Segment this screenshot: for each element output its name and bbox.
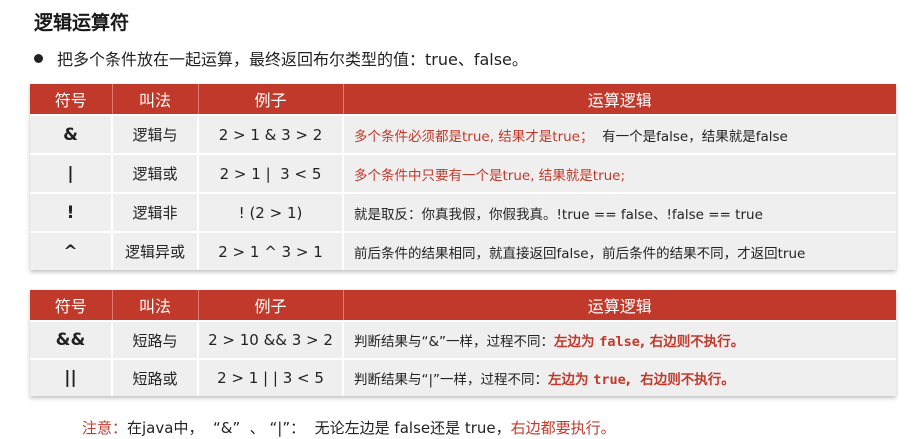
table-row: ! 逻辑非 ! (2 > 1) 就是取反：你真我假，你假我真。!true == …	[30, 192, 896, 232]
header-logic: 运算逻辑	[342, 290, 896, 321]
cell-name: 短路或	[111, 358, 198, 396]
cell-example: 2 > 1 | | 3 < 5	[197, 358, 343, 396]
cell-name: 逻辑非	[111, 192, 198, 232]
table-header-row: 符号 叫法 例子 运算逻辑	[30, 290, 896, 321]
cell-logic: 判断结果与“&”一样，过程不同：左边为 false, 右边则不执行。	[342, 320, 896, 359]
logic-emphasis: 多个条件必须都是true, 结果才是true；	[354, 128, 594, 145]
logic-text: 就是取反：你真我假，你假我真。!true == false、!false == …	[354, 206, 763, 223]
logic-code: true	[593, 372, 626, 388]
cell-logic: 判断结果与“|”一样，过程不同：左边为 true, 右边则不执行。	[342, 358, 896, 396]
note-emphasis: 右边都要执行。	[510, 419, 616, 437]
logic-emphasis-tail: , 右边则不执行。	[625, 372, 735, 388]
cell-logic: 前后条件的结果相同，就直接返回false，前后条件的结果不同，才返回true	[342, 231, 896, 270]
cell-example: 2 > 1 ^ 3 > 1	[197, 231, 343, 270]
header-name: 叫法	[111, 84, 198, 115]
cell-symbol: !	[30, 192, 112, 232]
cell-name: 短路与	[111, 320, 198, 359]
short-circuit-operators-table: 符号 叫法 例子 运算逻辑 && 短路与 2 > 10 && 3 > 2 判断结…	[30, 290, 896, 396]
table-row: && 短路与 2 > 10 && 3 > 2 判断结果与“&”一样，过程不同：左…	[30, 320, 896, 359]
header-example: 例子	[197, 290, 343, 321]
cell-logic: 就是取反：你真我假，你假我真。!true == false、!false == …	[342, 192, 896, 232]
cell-example: ! (2 > 1)	[197, 192, 343, 232]
table-row: ^ 逻辑异或 2 > 1 ^ 3 > 1 前后条件的结果相同，就直接返回fals…	[30, 231, 896, 270]
cell-symbol: ^	[30, 231, 112, 270]
cell-symbol: |	[30, 153, 112, 193]
cell-example: 2 > 1 | 3 < 5	[197, 153, 343, 193]
note-label: 注意：	[82, 419, 128, 437]
note-line: 注意：在java中， “&” 、 “|”： 无论左边是 false还是 true…	[82, 417, 616, 438]
table-row: || 短路或 2 > 1 | | 3 < 5 判断结果与“|”一样，过程不同：左…	[30, 358, 896, 396]
table-row: & 逻辑与 2 > 1 & 3 > 2 多个条件必须都是true, 结果才是tr…	[30, 114, 896, 154]
header-example: 例子	[197, 84, 343, 115]
logic-text: 有一个是false，结果就是false	[593, 128, 788, 145]
header-logic: 运算逻辑	[342, 84, 896, 115]
table-row: | 逻辑或 2 > 1 | 3 < 5 多个条件中只要有一个是true, 结果就…	[30, 153, 896, 193]
cell-symbol: &&	[30, 320, 112, 359]
cell-symbol: &	[30, 114, 112, 154]
logic-text: 前后条件的结果相同，就直接返回false，前后条件的结果不同，才返回true	[354, 245, 806, 262]
logic-code: false	[599, 334, 640, 350]
cell-example: 2 > 1 & 3 > 2	[197, 114, 343, 154]
header-symbol: 符号	[30, 290, 112, 321]
cell-symbol: ||	[30, 358, 112, 396]
logic-text: 判断结果与“&”一样，过程不同：	[354, 334, 555, 350]
logic-text: 判断结果与“|”一样，过程不同：	[354, 372, 549, 388]
logic-emphasis: 多个条件中只要有一个是true, 结果就是true;	[354, 167, 626, 184]
cell-name: 逻辑或	[111, 153, 198, 193]
description-text: 把多个条件放在一起运算，最终返回布尔类型的值：true、false。	[57, 50, 528, 69]
header-name: 叫法	[111, 290, 198, 321]
bullet-dot-icon	[34, 53, 43, 63]
cell-logic: 多个条件必须都是true, 结果才是true； 有一个是false，结果就是fa…	[342, 114, 896, 154]
description-bullet: 把多个条件放在一起运算，最终返回布尔类型的值：true、false。	[34, 46, 528, 70]
table-header-row: 符号 叫法 例子 运算逻辑	[30, 84, 896, 115]
logic-emphasis-tail: , 右边则不执行。	[639, 334, 745, 350]
cell-name: 逻辑与	[111, 114, 198, 154]
cell-logic: 多个条件中只要有一个是true, 结果就是true;	[342, 153, 896, 193]
logic-emphasis: 左边为	[554, 334, 600, 350]
header-symbol: 符号	[30, 84, 112, 115]
cell-example: 2 > 10 && 3 > 2	[197, 320, 343, 359]
logical-operators-table: 符号 叫法 例子 运算逻辑 & 逻辑与 2 > 1 & 3 > 2 多个条件必须…	[30, 84, 896, 270]
logic-emphasis: 左边为	[548, 372, 594, 388]
note-text: 在java中， “&” 、 “|”： 无论左边是 false还是 true，	[127, 419, 511, 437]
section-title: 逻辑运算符	[34, 12, 130, 34]
cell-name: 逻辑异或	[111, 231, 198, 270]
